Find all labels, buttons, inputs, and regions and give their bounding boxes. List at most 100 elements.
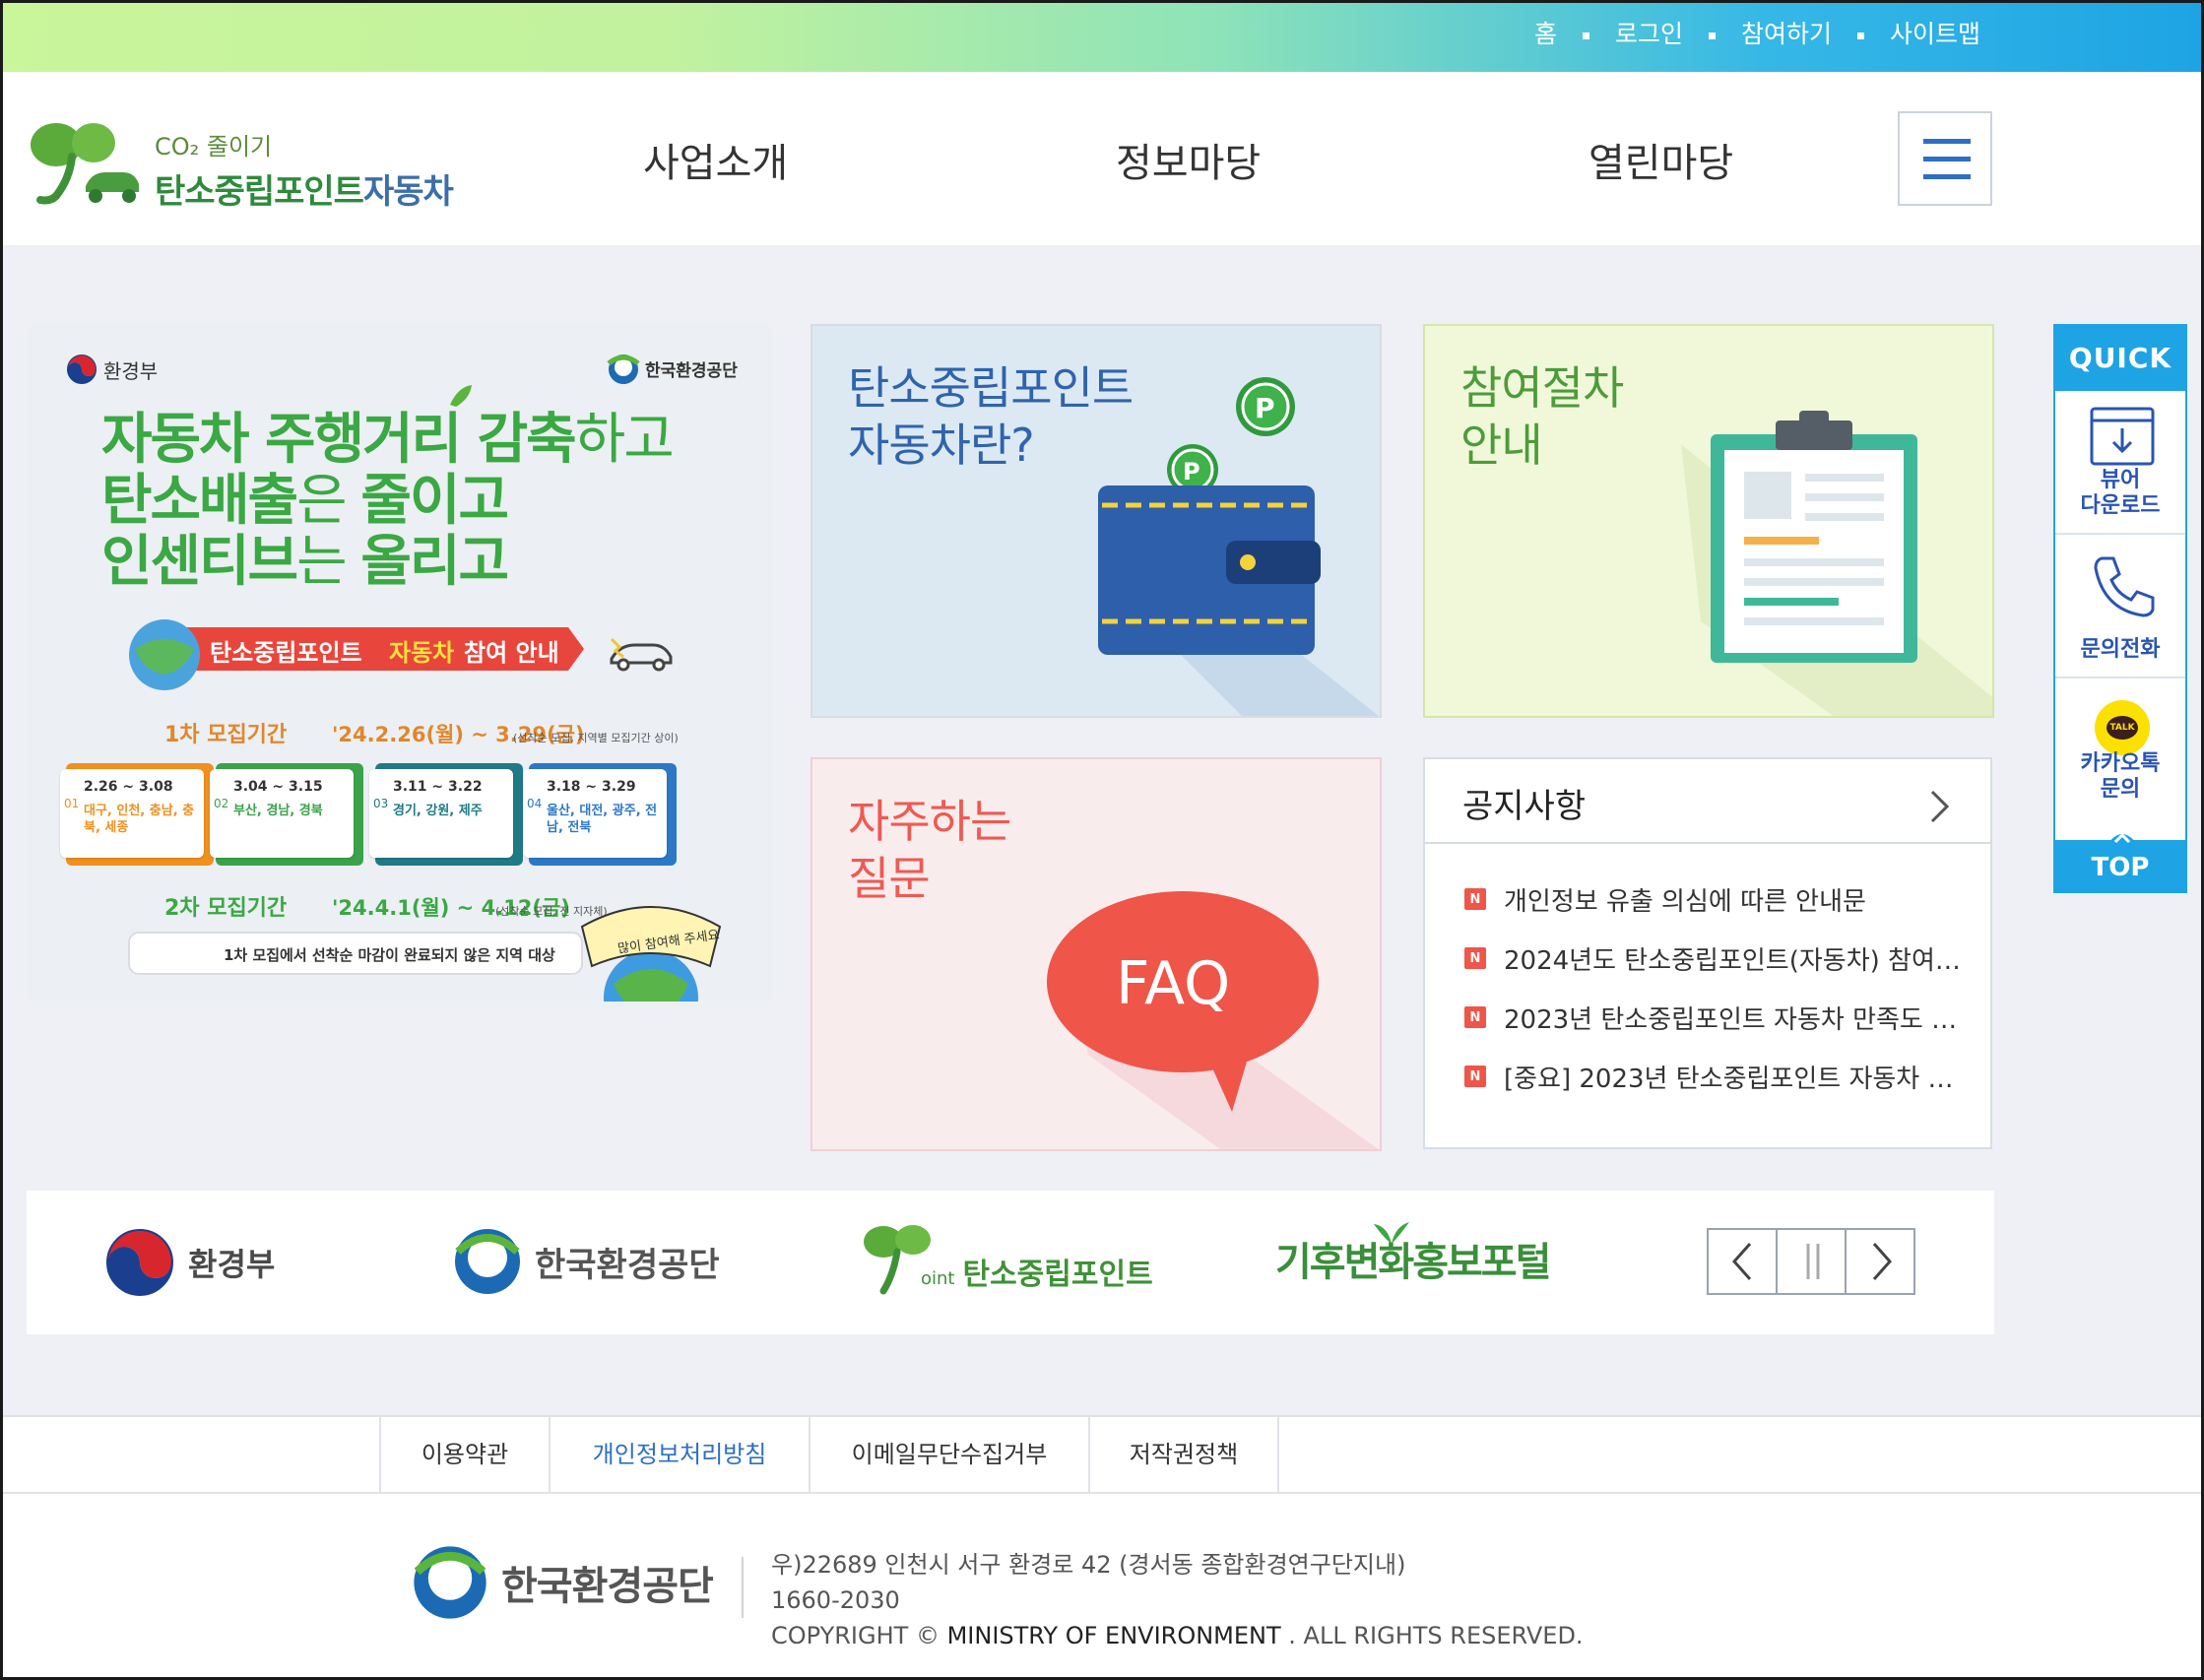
group-card: 01 2.26 ~ 3.08 대구, 인천, 충남, 충북, 세종 [60,763,214,866]
notice-item-text[interactable]: 2023년 탄소중립포인트 자동차 만족도 조사 [1504,1000,1967,1036]
site-footer: 한국환경공단 우)22689 인천시 서구 환경로 42 (경서동 종합환경연구… [3,1494,2201,1677]
prev-button[interactable] [1709,1230,1778,1293]
partner-strip: 환경부 한국환경공단 oint 탄소중립포인트 기후변화홍보포털 [27,1191,1994,1334]
tile-about[interactable]: P P 탄소중립포인트 자동차란? [810,324,1382,718]
notice-item-text[interactable]: [중요] 2023년 탄소중립포인트 자동차 인센티브 [1504,1059,1967,1095]
separator-dot [1856,32,1864,39]
gnb-info[interactable]: 정보마당 [1116,131,1261,188]
util-sitemap-label[interactable]: 사이트맵 [1890,15,1980,50]
group-dates: 3.11 ~ 3.22 [393,779,483,795]
round1-label: 1차 모집기간 [164,723,287,747]
group-number: 04 [527,797,543,810]
quick-viewer-download[interactable]: 뷰어 다운로드 [2055,391,2185,535]
banner-org-right: 한국환경공단 [645,361,738,381]
quick-phone[interactable]: 문의전화 [2055,535,2185,678]
util-home[interactable]: 홈 [1534,15,1557,50]
partner-moe-label: 환경부 [188,1246,276,1283]
separator-dot [1582,32,1589,39]
new-badge: N [1464,888,1486,910]
footer-email-refusal-link[interactable]: 이메일무단수집거부 [809,1417,1088,1492]
notice-item[interactable]: N 개인정보 유출 의심에 따른 안내문 [1464,870,1967,929]
logo-title-blue: 자동차 [362,172,454,212]
notice-item-text[interactable]: 개인정보 유출 의심에 따른 안내문 [1504,881,1866,918]
svg-text:P: P [1255,392,1275,424]
partner-point-prefix: oint [921,1268,955,1289]
top-label: TOP [2091,853,2150,882]
partner-keco[interactable]: 한국환경공단 [452,1226,720,1297]
util-login-label[interactable]: 로그인 [1615,15,1683,50]
footer-address-block: 우)22689 인천시 서구 환경로 42 (경서동 종합환경연구단지내) 16… [771,1547,1584,1653]
kakao-icon: TALK [2095,700,2150,755]
group-regions: 경기, 강원, 제주 [393,804,483,818]
quick-menu: QUICK 뷰어 다운로드 문의전화 TALK 카카오톡 문의 TOP [2053,324,2187,893]
partner-moe[interactable]: 환경부 [105,1228,275,1297]
main-banner[interactable]: 환경부 한국환경공단 자동차 주행거리 감축하고 탄소배출은 줄이고 인센티브는… [27,324,773,1002]
banner-graphic: 환경부 한국환경공단 자동차 주행거리 감축하고 탄소배출은 줄이고 인센티브는… [67,355,738,747]
util-sitemap[interactable]: 사이트맵 [1832,15,1980,50]
notice-item[interactable]: N [중요] 2023년 탄소중립포인트 자동차 인센티브 [1464,1047,1967,1106]
top-button[interactable]: TOP [2055,832,2185,891]
logo-title-green: 탄소중립포인트 [155,172,364,212]
tile-procedure[interactable]: 참여절차 안내 [1423,324,1994,718]
group-number: 02 [214,797,229,810]
chevron-right-icon [1872,1243,1893,1280]
chevron-right-icon[interactable] [1929,789,1951,824]
group-card: 02 3.04 ~ 3.15 부산, 경남, 경북 [210,763,363,866]
partner-carbon-point[interactable]: oint 탄소중립포인트 [862,1222,1153,1295]
separator-dot [1708,32,1716,39]
partner-slider-controls [1707,1228,1915,1295]
round1-note: (선착순 모집, 지역별 모집기간 상이) [513,732,679,744]
footer-copyright-link[interactable]: 저작권정책 [1088,1417,1279,1492]
group-card: 04 3.18 ~ 3.29 울산, 대전, 광주, 전남, 전북 [523,763,677,866]
moe-taegeuk-icon [106,1229,173,1296]
notice-item[interactable]: N 2024년도 탄소중립포인트(자동차) 참여 안내 [1464,929,1967,988]
chevron-left-icon [1731,1243,1752,1280]
group-dates: 3.04 ~ 3.15 [233,779,323,795]
utility-nav: 홈 로그인 참여하기 사이트맵 [1534,15,1980,50]
all-menu-button[interactable] [1898,111,1992,206]
notice-list: N 개인정보 유출 의심에 따른 안내문 N 2024년도 탄소중립포인트(자동차)… [1464,870,1967,1106]
footer-terms-link[interactable]: 이용약관 [379,1417,549,1492]
footer-privacy-link[interactable]: 개인정보처리방침 [549,1417,809,1492]
notice-title: 공지사항 [1462,787,1587,826]
logo-subtitle: CO₂ 줄이기 [155,133,273,161]
gnb-business-intro[interactable]: 사업소개 [643,131,788,188]
download-icon [2090,407,2155,466]
leaf-icon [1374,1222,1409,1244]
util-join-label[interactable]: 참여하기 [1741,15,1832,50]
group-dates: 3.18 ~ 3.29 [547,779,636,795]
partner-carbon-point-label: 탄소중립포인트 [962,1258,1153,1292]
footer-org-logo: 한국환경공단 [411,1543,714,1622]
banner-headline-1: 자동차 주행거리 감축하고 [101,408,673,472]
notice-header[interactable]: 공지사항 [1425,759,1990,844]
utility-bar: 홈 로그인 참여하기 사이트맵 [3,3,2201,72]
phone-icon [2094,556,2155,617]
notice-panel: 공지사항 N 개인정보 유출 의심에 따른 안내문 N 2024년도 탄소중립포인트… [1423,757,1992,1149]
partner-climate-portal[interactable]: 기후변화홍보포털 [1275,1222,1551,1287]
banner-org-left: 환경부 [103,359,158,383]
tile-faq[interactable]: FAQ 자주하는 질문 [810,757,1382,1151]
pause-icon [1806,1244,1820,1279]
site-logo[interactable]: CO₂ 줄이기 탄소중립포인트자동차 [27,117,460,212]
quick-kakao[interactable]: TALK 카카오톡 문의 [2055,678,2185,822]
keco-logo-icon [455,1229,520,1294]
hamburger-line [1923,174,1971,179]
notice-item-text[interactable]: 2024년도 탄소중립포인트(자동차) 참여 안내 [1504,940,1967,977]
util-login[interactable]: 로그인 [1557,15,1683,50]
group-dates: 2.26 ~ 3.08 [84,779,173,795]
page-frame: 홈 로그인 참여하기 사이트맵 CO₂ 줄이기 탄소중립포인트자동차 사업소개 … [0,0,2204,1680]
group-regions: 울산, 대전, 광주, 전남, 전북 [547,804,658,835]
svg-text:P: P [1183,458,1200,485]
util-join[interactable]: 참여하기 [1683,15,1832,50]
util-home-label[interactable]: 홈 [1534,15,1557,50]
tile-faq-title: 자주하는 질문 [848,795,1011,905]
next-button[interactable] [1847,1230,1913,1293]
quick-title: QUICK [2055,326,2185,391]
notice-item[interactable]: N 2023년 탄소중립포인트 자동차 만족도 조사 [1464,988,1967,1047]
tile-about-title: 탄소중립포인트 자동차란? [848,361,1134,472]
gnb-open-forum[interactable]: 열린마당 [1588,131,1733,188]
footer-divider [742,1557,744,1618]
pause-button[interactable] [1778,1230,1847,1293]
footer-copyright: COPYRIGHT © MINISTRY OF ENVIRONMENT . AL… [771,1622,1584,1649]
new-badge: N [1464,947,1486,969]
